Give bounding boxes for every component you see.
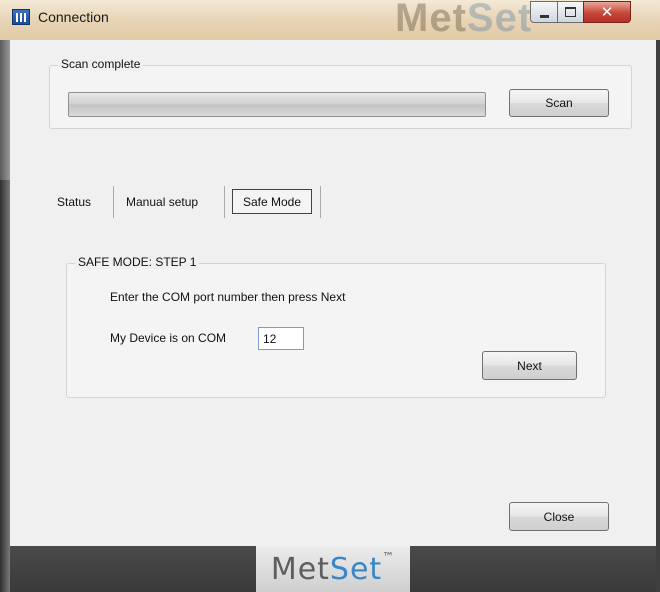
tab-safe-mode[interactable]: Safe Mode — [232, 189, 312, 214]
tab-separator — [320, 186, 321, 218]
maximize-button[interactable] — [557, 1, 584, 23]
scan-button[interactable]: Scan — [509, 89, 609, 117]
tab-separator — [224, 186, 225, 218]
logo-part1: Met — [270, 551, 330, 587]
scan-progress-bar — [68, 92, 486, 117]
maximize-icon — [565, 7, 576, 17]
window-right-frame — [656, 0, 660, 592]
close-window-button[interactable]: ✕ — [583, 1, 631, 23]
title-bar[interactable]: Connection MetSet ✕ — [0, 0, 660, 40]
minimize-icon — [539, 14, 549, 18]
logo-part2: Set — [329, 551, 383, 587]
safe-mode-instruction: Enter the COM port number then press Nex… — [110, 290, 346, 304]
metset-logo: MetSet™ — [270, 549, 396, 587]
watermark-part2: Set — [466, 0, 533, 40]
com-port-input[interactable] — [258, 327, 304, 350]
close-icon: ✕ — [600, 3, 614, 21]
watermark-part1: Met — [395, 0, 467, 40]
com-port-label: My Device is on COM — [110, 331, 227, 345]
safe-mode-step-title: SAFE MODE: STEP 1 — [75, 255, 200, 269]
scan-progress-fill — [69, 93, 485, 116]
close-button[interactable]: Close — [509, 502, 609, 531]
footer-bar: MetSet™ — [10, 546, 656, 592]
window-title: Connection — [38, 9, 109, 25]
tab-manual-setup[interactable]: Manual setup — [126, 188, 198, 216]
tab-separator — [113, 186, 114, 218]
app-icon — [12, 9, 30, 25]
trademark-mark: ™ — [382, 549, 396, 564]
connection-window: Connection MetSet ✕ Scan complete Scan S… — [0, 0, 660, 592]
title-watermark-logo: MetSet — [395, 0, 532, 40]
next-button[interactable]: Next — [482, 351, 577, 380]
scan-status-label: Scan complete — [58, 57, 144, 71]
window-left-frame-shadow — [0, 180, 10, 592]
tab-status[interactable]: Status — [57, 188, 91, 216]
minimize-button[interactable] — [530, 1, 558, 23]
footer-logo-box: MetSet™ — [256, 546, 410, 592]
